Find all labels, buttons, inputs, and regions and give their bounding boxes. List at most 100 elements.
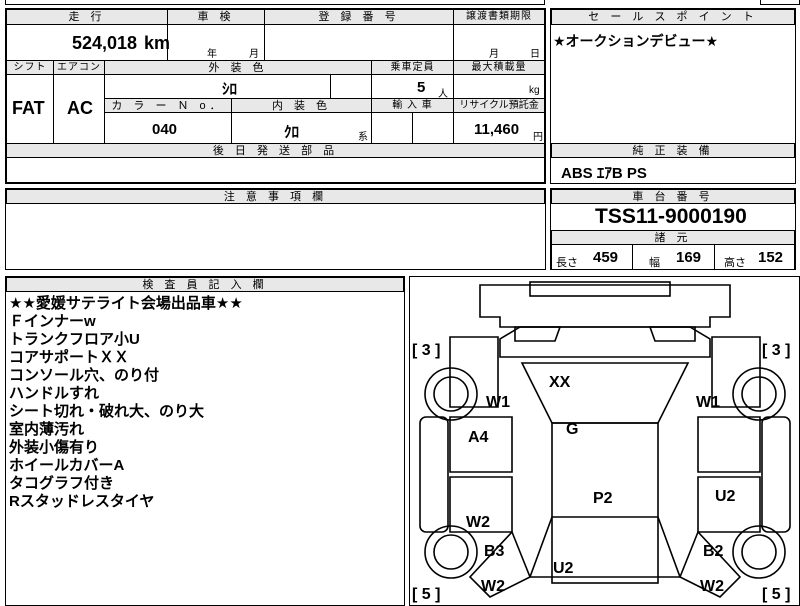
- mileage-value: 524,018: [72, 33, 138, 53]
- tire-rear-right: [732, 525, 786, 579]
- interior-color-suffix: 系: [358, 132, 368, 143]
- interior-color-header: 内 装 色: [231, 98, 372, 113]
- chassis-panel: 車 台 番 号 TSS11-9000190 諸 元 長さ 459 幅 169 高…: [550, 188, 796, 270]
- inspection-month-unit: 月: [249, 49, 259, 60]
- mark-a4: A4: [468, 429, 489, 446]
- mark-b2: B2: [703, 543, 724, 560]
- interior-color-value: ｸﾛ: [284, 124, 300, 141]
- mark-g: G: [566, 421, 578, 438]
- inspector-panel: 検 査 員 記 入 欄 ★★愛媛サテライト会場出品車★★ Ｆインナーw トランクフロ…: [5, 276, 405, 606]
- mark-tire-rear-right: [ 5 ]: [762, 586, 790, 603]
- mark-tire-front-right: [ 3 ]: [762, 342, 790, 359]
- recycle-fee-header: リサイクル預託金: [453, 98, 545, 113]
- specs-height-label: 高さ: [724, 257, 746, 269]
- recycle-fee-unit: 円: [533, 132, 543, 143]
- import-cell-a: [371, 112, 413, 144]
- vehicle-info-table: 走 行 車 検 登 録 番 号 譲渡書類期限 524,018 km 年 月 月 …: [5, 8, 546, 184]
- top-right-cropped-cell: [760, 0, 800, 5]
- specs-length-value: 459: [593, 249, 619, 266]
- sales-point-panel: セ ー ル ス ポ イ ン ト ★オークションデビュー★ 純 正 装 備 ABS…: [550, 8, 796, 184]
- inspector-note-line: タコグラフ付き: [9, 475, 115, 492]
- mark-w2-left: W2: [466, 514, 490, 531]
- inspector-note-line: 室内薄汚れ: [9, 421, 85, 438]
- mark-xx: XX: [549, 374, 571, 391]
- specs-width-cell: [632, 244, 715, 270]
- inspector-note-line: ハンドルすれ: [9, 385, 100, 402]
- sales-point-text: ★オークションデビュー★: [553, 33, 719, 49]
- registration-cell: [264, 24, 454, 61]
- later-parts-cell: [6, 157, 545, 183]
- tire-front-left: [424, 367, 478, 421]
- chassis-header: 車 台 番 号: [551, 189, 795, 204]
- mark-tire-front-left: [ 3 ]: [412, 342, 440, 359]
- seating-header: 乗車定員: [371, 60, 454, 75]
- inspector-note-line: トランクフロア小U: [9, 331, 140, 348]
- mark-p2: P2: [593, 490, 613, 507]
- transfer-month-unit: 月: [489, 49, 499, 60]
- chassis-number: TSS11-9000190: [595, 205, 747, 228]
- inspector-note-line: Rスタッドレスタイヤ: [9, 493, 155, 510]
- inspector-note-line: コアサポートＸＸ: [9, 349, 130, 366]
- mark-b3: B3: [484, 543, 505, 560]
- specs-width-label: 幅: [649, 257, 660, 269]
- equipment-header: 純 正 装 備: [551, 143, 795, 158]
- specs-header: 諸 元: [551, 230, 795, 245]
- registration-header: 登 録 番 号: [264, 9, 454, 25]
- exterior-color-header: 外 装 色: [104, 60, 372, 75]
- shift-value: FAT: [12, 98, 45, 118]
- headlight-left: [514, 326, 562, 342]
- front-grille: [529, 281, 671, 297]
- mark-u2-bottom: U2: [553, 560, 574, 577]
- mileage-header: 走 行: [6, 9, 168, 25]
- inspector-note-line: 外装小傷有り: [9, 439, 100, 456]
- caution-header: 注 意 事 項 欄: [6, 189, 545, 204]
- import-header: 輸 入 車: [371, 98, 454, 113]
- headlight-right: [648, 326, 696, 342]
- tire-front-right: [732, 367, 786, 421]
- inspection-year-unit: 年: [207, 49, 217, 60]
- color-no-header: カ ラ ー Ｎ o．: [104, 98, 232, 113]
- tire-front-right-inner: [741, 376, 777, 412]
- max-load-unit: kg: [529, 85, 540, 96]
- shift-header: シフト: [6, 60, 54, 75]
- exterior-color-cell: [104, 74, 331, 99]
- interior-color-cell: [231, 112, 372, 144]
- aircon-header: エアコン: [53, 60, 105, 75]
- inspector-note-line: Ｆインナーw: [9, 313, 96, 330]
- color-no-value: 040: [152, 121, 178, 138]
- inspector-notes-list: ★★愛媛サテライト会場出品車★★ Ｆインナーw トランクフロア小U コアサポートＸＸ コ…: [9, 295, 243, 511]
- car-diagram-panel: [ 3 ] [ 3 ] [ 5 ] [ 5 ] XX W1 W1 A4 G P2…: [409, 276, 800, 606]
- equipment-text: ABS ｴｱB PS: [561, 165, 647, 182]
- pillar-right: [761, 416, 791, 533]
- car-diagram: [ 3 ] [ 3 ] [ 5 ] [ 5 ] XX W1 W1 A4 G P2…: [412, 281, 791, 603]
- inspector-note-line: ★★愛媛サテライト会場出品車★★: [9, 295, 243, 312]
- specs-length-label: 長さ: [556, 257, 578, 269]
- aircon-value: AC: [67, 98, 93, 118]
- door-front-right: [697, 416, 761, 473]
- caution-panel: 注 意 事 項 欄: [5, 188, 546, 270]
- hood-outline: [499, 326, 711, 358]
- max-load-header: 最大積載量: [453, 60, 545, 75]
- inspection-header: 車 検: [167, 9, 265, 25]
- tire-rear-left-inner: [433, 534, 469, 570]
- transfer-deadline-header: 譲渡書類期限: [453, 9, 545, 25]
- seating-value: 5: [417, 79, 426, 96]
- mark-tire-rear-left: [ 5 ]: [412, 586, 440, 603]
- mark-w1-right: W1: [696, 394, 720, 411]
- pillar-left: [419, 416, 449, 533]
- inspector-note-line: コンソール穴、のり付: [9, 367, 160, 384]
- mark-u2-right: U2: [715, 488, 736, 505]
- sales-point-header: セ ー ル ス ポ イ ン ト: [551, 9, 795, 25]
- inspector-note-line: シート切れ・破れ大、のり大: [9, 403, 205, 420]
- tire-front-left-inner: [433, 376, 469, 412]
- specs-width-value: 169: [676, 249, 702, 266]
- tire-rear-right-inner: [741, 534, 777, 570]
- import-cell-b: [412, 112, 454, 144]
- inspector-header: 検 査 員 記 入 欄: [6, 277, 404, 292]
- exterior-color-value: ｼﾛ: [222, 81, 238, 98]
- windshield: [520, 362, 690, 424]
- specs-height-value: 152: [758, 249, 784, 266]
- exterior-color-sub-cell: [330, 74, 372, 99]
- inspector-note-line: ホイールカバーA: [9, 457, 125, 474]
- front-bumper-outline: [479, 284, 731, 328]
